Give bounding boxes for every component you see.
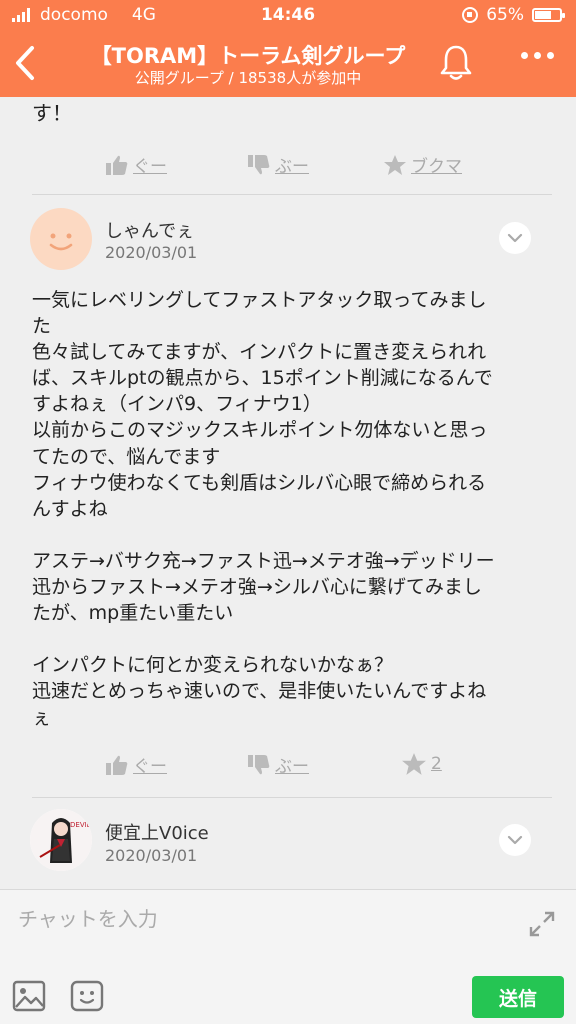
sticker-icon[interactable] [70,980,104,1012]
post-author[interactable]: 便宜上V0ice [105,819,209,845]
post-author[interactable]: しゃんでぇ [105,217,194,243]
bell-icon[interactable] [438,42,474,82]
post-divider [32,797,552,798]
post-actions: ぐー ぶー 2 [105,752,485,782]
dislike-label: ぶー [275,157,309,177]
smiley-avatar-icon [49,233,73,251]
expand-icon[interactable] [528,910,556,938]
character-avatar-icon: DEVIL [30,809,92,871]
dislike-button[interactable]: ぶー [247,152,309,177]
chevron-down-icon [507,835,523,845]
chat-input[interactable] [18,902,498,936]
avatar[interactable]: DEVIL [30,809,92,871]
header-bar: docomo 4G 14:46 65% 【TORAM】トーラム剣グループ 公開グ… [0,0,576,97]
chevron-down-icon [507,233,523,243]
post-line [32,522,547,548]
bookmark-label: ブクマ [411,157,462,177]
group-title: 【TORAM】トーラム剣グループ [90,44,406,68]
post-line: 一気にレベリングしてファストアタック取ってみまし [32,289,487,311]
star-icon [402,753,426,775]
previous-post-actions: ぐー ぶー ブクマ [105,152,485,182]
post-line: たが、mp重たい重たい [32,602,234,625]
post-line: 以前からこのマジックスキルポイント勿体ないと思っ [32,419,488,442]
rotation-lock-icon [462,7,479,23]
post-line: てたので、悩んでます [32,445,221,468]
bookmark-count: 2 [431,754,442,774]
battery-fill [535,11,551,19]
post-line: アステ→バサク充→ファスト迅→メテオ強→デッドリー [32,549,495,572]
thumbs-up-icon [106,755,128,775]
like-label: ぐー [133,757,167,777]
post-line: 迅からファスト→メテオ強→シルバ心に繋げてみまし [32,576,482,599]
chat-input-bar: 送信 [0,889,576,1024]
post-date: 2020/03/01 [105,846,198,865]
more-options-icon[interactable] [521,52,554,59]
avatar[interactable] [30,208,92,270]
post-line: ぇ [32,706,52,729]
post-date: 2020/03/01 [105,243,198,262]
post-line: すよねぇ（インパ9、フィナウ1） [32,393,322,416]
bookmark-button[interactable]: 2 [401,752,442,776]
send-button[interactable]: 送信 [472,976,564,1018]
post-line: た [32,315,52,338]
post-line: ば、スキルptの観点から、15ポイント削減になるんで [32,367,493,390]
thumbs-down-icon [248,754,270,774]
post-line: フィナウ使わなくても剣盾はシルバ心眼で締められる [32,471,487,494]
status-bar: docomo 4G 14:46 65% [0,0,576,30]
star-icon [384,154,406,175]
previous-post-text: す！ [32,101,72,125]
post-menu-button[interactable] [499,824,531,856]
back-icon[interactable] [12,44,38,82]
post-line: 色々試してみてますが、インパクトに置き変えられれ [32,341,487,364]
like-button[interactable]: ぐー [105,152,167,177]
post-line: 迅速だとめっちゃ速いので、是非使いたいんですよね [32,680,487,703]
battery-icon [532,8,565,22]
thumbs-up-icon [106,155,128,175]
like-label: ぐー [133,157,167,177]
post-divider [32,194,552,195]
photo-icon[interactable] [12,980,46,1012]
post-line: んすよね [32,497,108,520]
group-subtitle: 公開グループ / 18538人が参加中 [134,69,362,87]
thumbs-down-icon [248,154,270,174]
like-button[interactable]: ぐー [105,752,167,777]
post-body: 一気にレベリングしてファストアタック取ってみました色々試してみてますが、インパク… [32,287,547,731]
post-line: インパクトに何とか変えられないかなぁ？ [32,654,394,677]
svg-text:DEVIL: DEVIL [70,821,91,829]
battery-percent: 65% [486,5,524,25]
dislike-label: ぶー [275,757,309,777]
post-line [32,626,547,652]
dislike-button[interactable]: ぶー [247,752,309,777]
chat-feed[interactable]: す！ ぐー ぶー ブクマ しゃんでぇ 2020/03/01 一気にレベリングして… [0,97,576,889]
bookmark-button[interactable]: ブクマ [383,152,462,177]
post-menu-button[interactable] [499,222,531,254]
